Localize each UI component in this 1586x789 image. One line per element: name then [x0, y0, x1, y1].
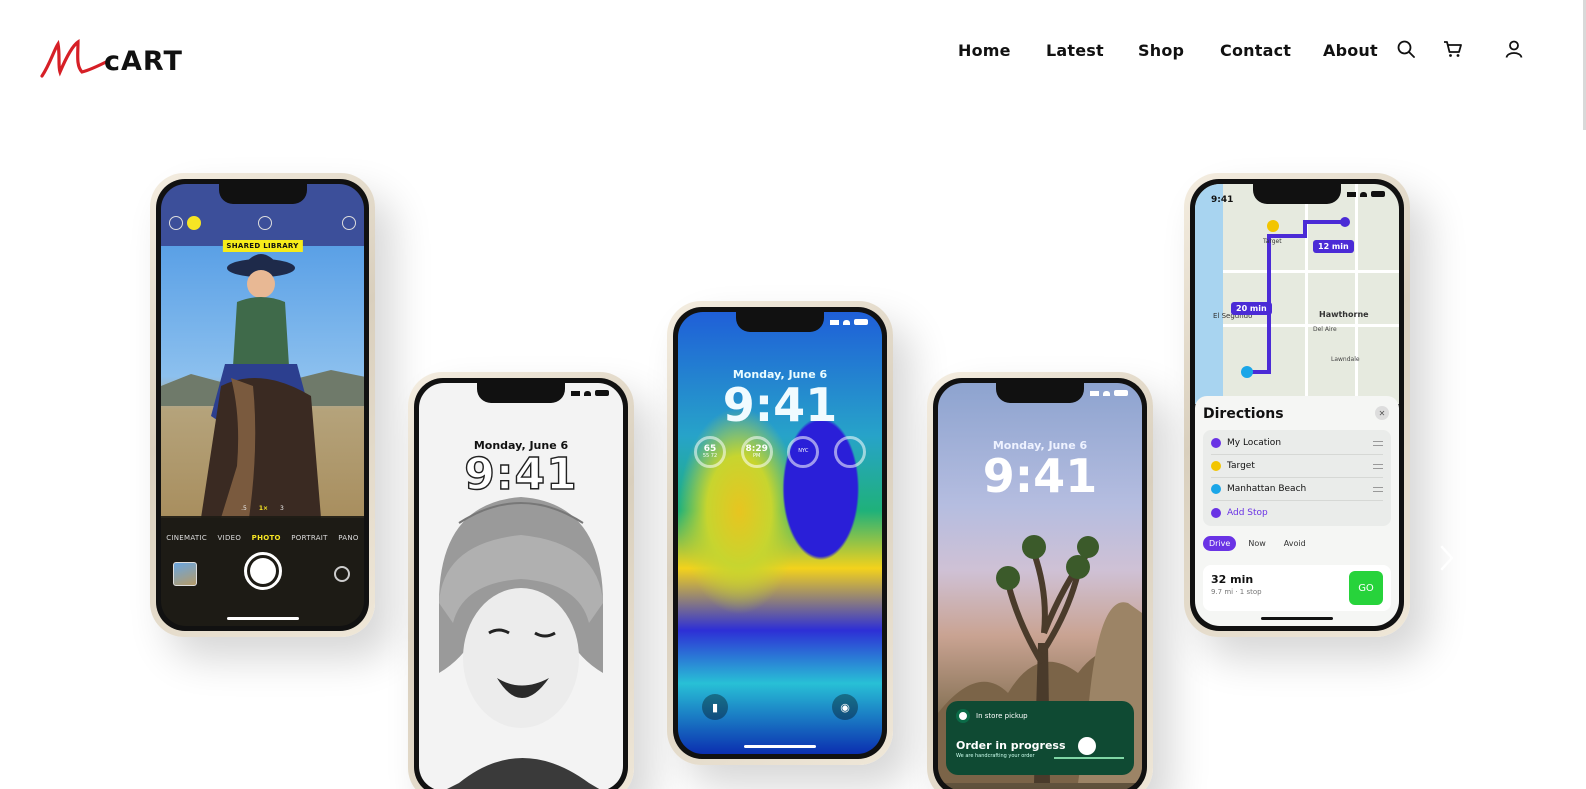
- nav-latest[interactable]: Latest: [1046, 41, 1104, 60]
- search-icon[interactable]: [1395, 38, 1417, 60]
- zoom-option[interactable]: .5: [241, 505, 247, 512]
- user-icon[interactable]: [1503, 38, 1525, 60]
- drive-option[interactable]: Drive: [1203, 536, 1237, 551]
- phone-maps: 12 min 20 min Hawthorne El Segundo Del A…: [1184, 173, 1410, 637]
- live-activity-label: In store pickup: [976, 712, 1028, 720]
- phone-center: Monday, June 6 9:41 65 55 72 8:29 PM NYC ▮…: [667, 301, 893, 765]
- mode-portrait[interactable]: PORTRAIT: [291, 534, 327, 542]
- chevron-up-icon: [258, 216, 272, 230]
- status-bar: [571, 390, 609, 396]
- mode-photo[interactable]: PHOTO: [252, 534, 281, 542]
- shared-library-icon: [187, 216, 201, 230]
- order-progress-track: [1054, 757, 1124, 759]
- plus-icon: [1211, 507, 1221, 518]
- route-time-badge: 12 min: [1313, 240, 1354, 253]
- weather-widget: 65 55 72: [694, 436, 726, 468]
- activity-widget: [833, 436, 866, 468]
- chevron-right-icon[interactable]: [1438, 544, 1456, 572]
- pin-icon: [1211, 484, 1221, 494]
- shared-library-badge: SHARED LIBRARY: [222, 240, 303, 252]
- sunset-widget: 8:29 PM: [740, 436, 773, 468]
- avoid-option[interactable]: Avoid: [1278, 536, 1312, 551]
- route-options: Drive Now Avoid: [1203, 536, 1391, 551]
- close-icon[interactable]: ✕: [1375, 406, 1389, 420]
- route-stops: My Location Target Manhattan Beach Add S…: [1203, 430, 1391, 526]
- zoom-option-selected[interactable]: 1×: [259, 505, 268, 512]
- nav-shop[interactable]: Shop: [1138, 41, 1184, 60]
- lock-widgets: 65 55 72 8:29 PM NYC: [694, 436, 866, 468]
- logo-script-mark: [40, 39, 108, 78]
- live-activity-card[interactable]: In store pickup Order in progress We are…: [946, 701, 1134, 775]
- lock-time: 9:41: [464, 448, 578, 500]
- map-label: Hawthorne: [1319, 310, 1369, 319]
- map-label: Del Aire: [1313, 326, 1337, 333]
- directions-title: Directions: [1203, 406, 1284, 422]
- status-bar: [1347, 191, 1385, 197]
- stop-item[interactable]: Target: [1211, 455, 1383, 478]
- route-time-badge: 20 min: [1231, 302, 1272, 315]
- order-progress-pin: [1078, 737, 1096, 755]
- directions-sheet: Directions ✕ My Location Target Manhatta…: [1195, 396, 1399, 626]
- live-photo-icon: [342, 216, 356, 230]
- nav-contact[interactable]: Contact: [1220, 41, 1291, 60]
- lock-time: 9:41: [722, 378, 838, 432]
- starbucks-icon: [956, 709, 970, 723]
- drag-handle-icon[interactable]: [1373, 486, 1383, 492]
- camera-icon[interactable]: ◉: [832, 694, 858, 720]
- phone-portrait: Monday, June 6 9:41: [408, 372, 634, 789]
- flip-camera-icon[interactable]: [334, 566, 350, 582]
- pin-icon: [1211, 461, 1221, 471]
- mode-cinematic[interactable]: CINEMATIC: [166, 534, 207, 542]
- status-bar: [1090, 390, 1128, 396]
- mode-video[interactable]: VIDEO: [218, 534, 242, 542]
- cart-icon[interactable]: [1442, 38, 1464, 60]
- stop-item[interactable]: My Location: [1211, 432, 1383, 455]
- drag-handle-icon[interactable]: [1373, 463, 1383, 469]
- phone-tree: Monday, June 6 9:41 In store pickup Orde…: [927, 372, 1153, 789]
- drag-handle-icon[interactable]: [1373, 440, 1383, 446]
- camera-viewfinder-photo: [161, 246, 364, 518]
- status-time: 9:41: [1211, 195, 1234, 205]
- go-button[interactable]: GO: [1349, 571, 1383, 605]
- now-option[interactable]: Now: [1242, 536, 1271, 551]
- camera-mode-selector[interactable]: CINEMATIC VIDEO PHOTO PORTRAIT PANO: [161, 534, 364, 542]
- location-icon: [1211, 438, 1221, 448]
- nav-home[interactable]: Home: [958, 41, 1011, 60]
- shutter-button[interactable]: [243, 552, 282, 590]
- route-summary[interactable]: 32 min 9.7 mi · 1 stop GO: [1203, 565, 1391, 611]
- add-stop-button[interactable]: Add Stop: [1211, 501, 1383, 524]
- brand-logo[interactable]: cART: [40, 36, 190, 82]
- stop-item[interactable]: Manhattan Beach: [1211, 478, 1383, 501]
- mode-pano[interactable]: PANO: [338, 534, 359, 542]
- map-label: Target: [1263, 238, 1282, 245]
- zoom-option[interactable]: 3: [280, 505, 284, 512]
- phone-camera: SHARED LIBRARY .5 1× 3 CINEMATIC VIDEO P…: [150, 173, 375, 637]
- flash-icon: [169, 216, 183, 230]
- logo-text: cART: [104, 46, 183, 77]
- live-activity-title: Order in progress: [956, 739, 1066, 752]
- status-bar: [830, 319, 868, 325]
- clock-widget: NYC: [787, 436, 820, 468]
- map-view[interactable]: [1195, 184, 1399, 404]
- portrait-photo: [439, 497, 603, 789]
- photo-thumbnail[interactable]: [173, 562, 197, 586]
- nav-about[interactable]: About: [1323, 41, 1378, 60]
- flashlight-icon[interactable]: ▮: [702, 694, 728, 720]
- map-label: Lawndale: [1331, 356, 1360, 363]
- zoom-selector[interactable]: .5 1× 3: [241, 505, 284, 512]
